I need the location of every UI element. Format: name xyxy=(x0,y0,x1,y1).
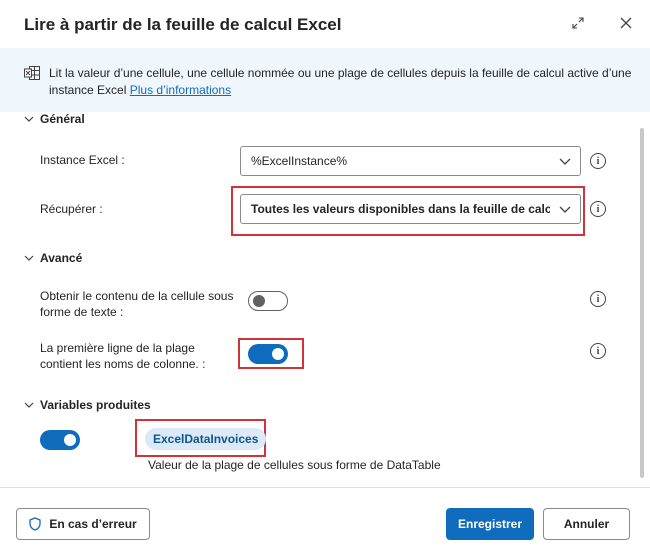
retrieve-value: Toutes les valeurs disponibles dans la f… xyxy=(251,202,550,216)
dialog-content: Général Instance Excel : %ExcelInstance%… xyxy=(0,112,650,487)
info-icon[interactable]: i xyxy=(590,153,606,169)
chevron-down-icon xyxy=(24,116,34,122)
save-button[interactable]: Enregistrer xyxy=(446,508,534,540)
header-row-toggle[interactable] xyxy=(248,344,288,364)
section-general-label: Général xyxy=(40,112,85,126)
chevron-down-icon xyxy=(559,158,571,165)
info-icon[interactable]: i xyxy=(590,291,606,307)
section-advanced[interactable]: Avancé xyxy=(24,251,82,265)
as-text-label: Obtenir le contenu de la cellule sous fo… xyxy=(40,289,234,319)
chevron-down-icon xyxy=(24,402,34,408)
close-button[interactable] xyxy=(614,11,638,35)
info-icon[interactable]: i xyxy=(590,343,606,359)
section-advanced-label: Avancé xyxy=(40,251,83,265)
dialog-title: Lire à partir de la feuille de calcul Ex… xyxy=(24,15,342,34)
read-excel-dialog: Lire à partir de la feuille de calcul Ex… xyxy=(0,0,650,560)
as-text-toggle[interactable] xyxy=(248,291,288,311)
variable-name-chip[interactable]: ExcelDataInvoices xyxy=(145,428,267,450)
section-variables[interactable]: Variables produites xyxy=(24,398,151,412)
variable-toggle[interactable] xyxy=(40,430,80,450)
section-variables-label: Variables produites xyxy=(40,398,151,412)
instance-dropdown[interactable]: %ExcelInstance% xyxy=(240,146,581,176)
variable-description: Valeur de la plage de cellules sous form… xyxy=(148,458,441,472)
shield-icon xyxy=(29,517,41,531)
instance-value: %ExcelInstance% xyxy=(251,154,348,168)
info-icon[interactable]: i xyxy=(590,201,606,217)
footer-divider xyxy=(0,487,650,488)
more-info-link[interactable]: Plus d’informations xyxy=(130,83,231,97)
chevron-down-icon xyxy=(559,206,571,213)
instance-label: Instance Excel : xyxy=(40,153,125,167)
expand-button[interactable] xyxy=(566,11,590,35)
expand-icon xyxy=(572,17,584,29)
retrieve-label: Récupérer : xyxy=(40,202,103,216)
section-general[interactable]: Général xyxy=(24,112,85,126)
on-error-label: En cas d’erreur xyxy=(49,517,137,531)
scrollbar[interactable] xyxy=(640,128,644,478)
retrieve-dropdown[interactable]: Toutes les valeurs disponibles dans la f… xyxy=(240,194,581,224)
close-icon xyxy=(620,17,632,29)
toggle-knob xyxy=(253,295,265,307)
toggle-knob xyxy=(272,348,284,360)
cancel-button[interactable]: Annuler xyxy=(543,508,630,540)
header-row-label: La première ligne de la plage contient l… xyxy=(40,341,206,371)
on-error-button[interactable]: En cas d’erreur xyxy=(16,508,150,540)
info-banner: Lit la valeur d’une cellule, une cellule… xyxy=(0,48,650,112)
chevron-down-icon xyxy=(24,255,34,261)
toggle-knob xyxy=(64,434,76,446)
excel-icon xyxy=(24,66,40,80)
info-text: Lit la valeur d’une cellule, une cellule… xyxy=(49,65,639,99)
